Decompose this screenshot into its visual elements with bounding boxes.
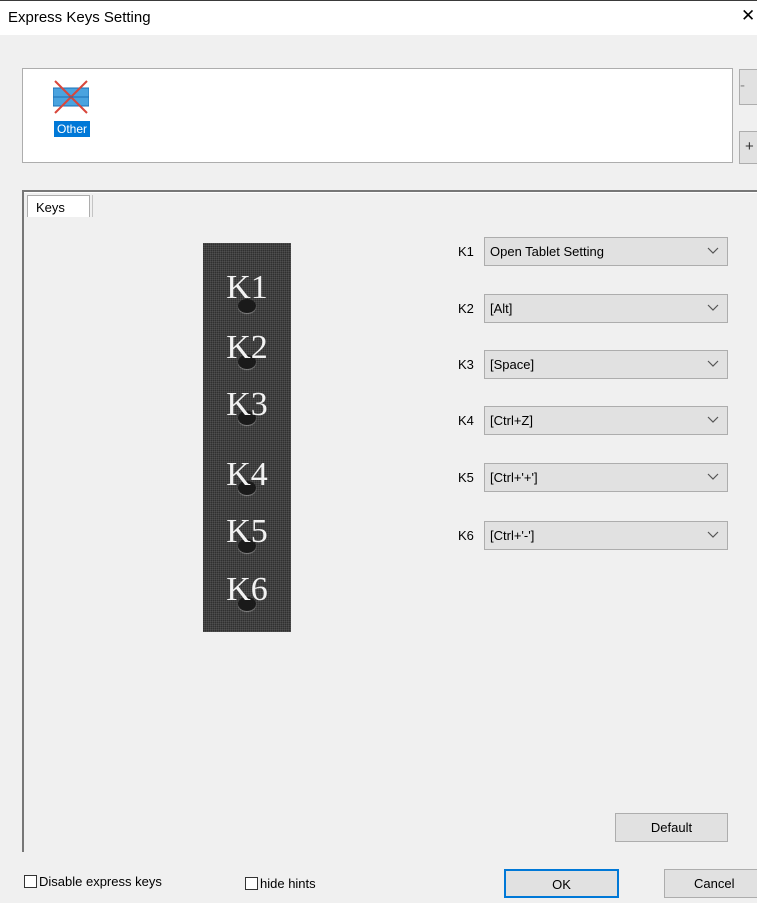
strip-key-k3: K3	[226, 386, 268, 423]
other-app-icon[interactable]	[53, 79, 89, 115]
key-label-k6: K6	[458, 528, 474, 543]
checkbox-label: Disable express keys	[39, 874, 162, 889]
title-bar: Express Keys Setting ✕	[0, 1, 757, 35]
default-button[interactable]: Default	[615, 813, 728, 842]
chevron-down-icon	[707, 473, 719, 480]
disable-express-keys-checkbox[interactable]: Disable express keys	[24, 874, 162, 889]
window-title: Express Keys Setting	[8, 9, 151, 26]
strip-key-k4: K4	[226, 456, 268, 493]
strip-key-k2: K2	[226, 329, 268, 366]
key-select-k5[interactable]: [Ctrl+'+']	[484, 463, 728, 492]
key-label-k4: K4	[458, 413, 474, 428]
key-select-k2[interactable]: [Alt]	[484, 294, 728, 323]
chevron-down-icon	[707, 531, 719, 538]
key-select-k3[interactable]: [Space]	[484, 350, 728, 379]
ok-button[interactable]: OK	[504, 869, 619, 898]
key-select-value: Open Tablet Setting	[490, 244, 604, 259]
chevron-down-icon	[707, 247, 719, 254]
key-select-k4[interactable]: [Ctrl+Z]	[484, 406, 728, 435]
key-select-value: [Ctrl+Z]	[490, 413, 533, 428]
key-label-k3: K3	[458, 357, 474, 372]
key-select-k1[interactable]: Open Tablet Setting	[484, 237, 728, 266]
strip-key-k1: K1	[226, 269, 268, 306]
strip-key-k6: K6	[226, 571, 268, 608]
key-select-value: [Ctrl+'-']	[490, 528, 535, 543]
cancel-button[interactable]: Cancel	[664, 869, 757, 898]
add-app-button[interactable]: +	[739, 131, 757, 164]
key-label-k1: K1	[458, 244, 474, 259]
key-select-value: [Ctrl+'+']	[490, 470, 538, 485]
tab-divider	[92, 195, 93, 217]
key-select-value: [Alt]	[490, 301, 513, 316]
checkbox-box[interactable]	[24, 875, 37, 888]
checkbox-label: hide hints	[260, 876, 316, 891]
tab-panel-highlight	[24, 192, 757, 193]
chevron-down-icon	[707, 360, 719, 367]
checkbox-box[interactable]	[245, 877, 258, 890]
tab-keys[interactable]: Keys	[27, 195, 90, 217]
strip-key-k5: K5	[226, 513, 268, 550]
hide-hints-checkbox[interactable]: hide hints	[245, 876, 316, 891]
app-label-other[interactable]: Other	[54, 121, 91, 137]
express-key-strip: K1 K2 K3 K4 K5 K6	[203, 243, 291, 632]
key-label-k2: K2	[458, 301, 474, 316]
app-list[interactable]: Other	[22, 68, 733, 163]
key-label-k5: K5	[458, 470, 474, 485]
chevron-down-icon	[707, 416, 719, 423]
chevron-down-icon	[707, 304, 719, 311]
remove-app-button[interactable]: -	[739, 69, 757, 105]
key-select-value: [Space]	[490, 357, 535, 372]
key-select-k6[interactable]: [Ctrl+'-']	[484, 521, 728, 550]
close-icon[interactable]: ✕	[741, 6, 757, 26]
